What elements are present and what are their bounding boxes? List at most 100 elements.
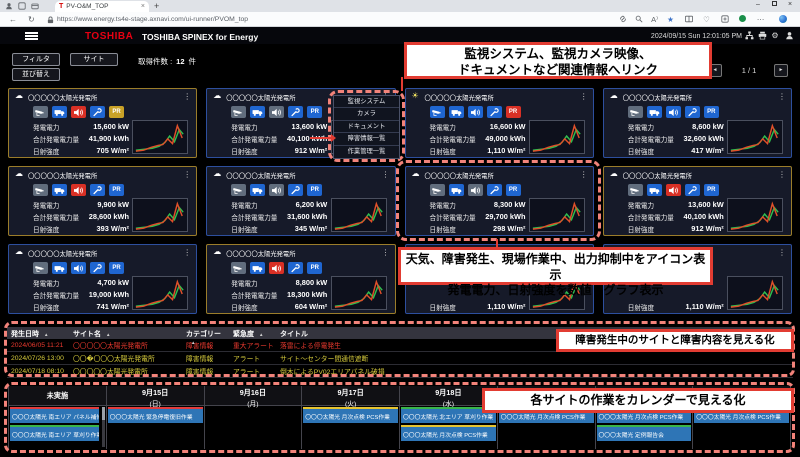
sparkline-chart [132, 120, 188, 154]
fault-alert-status-icon [71, 106, 86, 118]
site-name: 〇〇〇〇〇太陽光発電所 [425, 93, 494, 102]
metric-label: 日射強度 [231, 146, 257, 156]
split-screen-icon[interactable] [683, 15, 694, 25]
cloud-weather-icon: ☁ [213, 247, 221, 256]
workspace-icon[interactable] [17, 2, 26, 11]
back-icon[interactable]: ← [9, 15, 17, 24]
add-collections-icon[interactable] [719, 15, 730, 25]
tab-close-icon[interactable]: × [141, 3, 145, 10]
sort-button[interactable]: 並び替え [12, 68, 60, 81]
site-card[interactable]: ☁〇〇〇〇〇太陽光発電所⋮PR発電電力8,600 kW合計発電電力量32,600… [603, 88, 792, 158]
kebab-menu-icon[interactable]: ⋮ [382, 170, 390, 179]
browser-tab[interactable]: T PV-O&M_TOP × [55, 1, 149, 12]
calendar-scrollbar[interactable] [102, 407, 105, 447]
read-aloud-icon[interactable]: A⁾ [649, 15, 660, 25]
calendar-event[interactable]: 〇〇〇太陽光 月次点検 PCS作業 [303, 407, 398, 423]
context-menu-item[interactable]: 作業管理一覧 [334, 146, 399, 158]
fault-alert-status-icon [269, 184, 284, 196]
calendar-event[interactable]: 〇〇〇太陽光 月次点検 PCS作業 [401, 425, 496, 441]
sort-arrow-icon[interactable]: ▲ [106, 332, 110, 337]
calendar-event[interactable]: 〇〇〇太陽光 南エリア パネル補修調査 [10, 407, 99, 423]
status-icon-row: PR [33, 184, 124, 196]
sort-arrow-icon[interactable]: ▲ [259, 332, 263, 337]
page-next-button[interactable]: ► [774, 64, 788, 77]
calendar-event[interactable]: 〇〇〇太陽光 南エリア 草刈り作業 [10, 425, 99, 441]
filter-button[interactable]: フィルタ [12, 53, 60, 66]
fault-table-column-header[interactable]: カテゴリー▲ [182, 327, 229, 339]
maintenance-status-icon [487, 184, 502, 196]
site-name: 〇〇〇〇〇太陽光発電所 [28, 171, 97, 180]
maximize-button[interactable] [768, 1, 780, 8]
tab-actions-icon[interactable] [30, 2, 39, 11]
site-card[interactable]: ☁〇〇〇〇〇太陽光発電所⋮PR発電電力8,800 kW合計発電電力量18,300… [206, 244, 395, 314]
new-tab-button[interactable]: + [154, 1, 159, 11]
maintenance-status-icon [685, 106, 700, 118]
card-header: ☁〇〇〇〇〇太陽光発電所⋮ [604, 91, 791, 103]
search-in-page-icon[interactable] [633, 15, 644, 25]
site-card[interactable]: ☁〇〇〇〇〇太陽光発電所⋮PR発電電力13,600 kW合計発電電力量40,10… [603, 166, 792, 236]
site-info-lock-icon[interactable] [47, 16, 54, 26]
url-text[interactable]: https://www.energy.ts4e-stage.axnavi.com… [57, 16, 248, 23]
hamburger-menu-icon[interactable] [25, 32, 38, 40]
fault-table-row[interactable]: 2024/07/18 08:10〇〇〇〇〇太陽光発電所障害情報アラート倒木による… [7, 365, 793, 378]
maintenance-status-icon [487, 106, 502, 118]
fault-alert-status-icon [71, 184, 86, 196]
sort-arrow-icon[interactable]: ▲ [191, 340, 195, 345]
copilot-icon[interactable] [777, 15, 788, 25]
site-button[interactable]: サイト [70, 53, 118, 66]
fault-table-column-header[interactable]: 発生日時▲ [7, 327, 69, 339]
calendar-day-column: 9月15日(日)〇〇〇太陽光 緊急停電復旧作業 [107, 386, 205, 449]
calendar-event[interactable]: 〇〇〇太陽光 定例報告会 [597, 425, 692, 441]
kebab-menu-icon[interactable]: ⋮ [778, 170, 786, 179]
kebab-menu-icon[interactable]: ⋮ [183, 170, 191, 179]
kebab-menu-icon[interactable]: ⋮ [580, 170, 588, 179]
refresh-icon[interactable]: ↻ [28, 15, 35, 24]
kebab-menu-icon[interactable]: ⋮ [183, 92, 191, 101]
printer-icon[interactable] [757, 31, 767, 41]
sitemap-icon[interactable] [744, 31, 754, 41]
close-button[interactable]: × [784, 1, 796, 8]
kebab-menu-icon[interactable]: ⋮ [382, 248, 390, 257]
kebab-menu-icon[interactable]: ⋮ [778, 92, 786, 101]
fault-table-row[interactable]: 2024/07/26 13:00〇〇�〇〇〇太陽光発電所障害情報アラートサイト～… [7, 352, 793, 365]
fieldwork-status-icon [52, 106, 67, 118]
minimize-button[interactable]: – [752, 1, 764, 8]
metric-value: 40,100 kWh [683, 212, 723, 221]
site-card[interactable]: ☁〇〇〇〇〇太陽光発電所⋮PR発電電力4,700 kW合計発電電力量19,000… [8, 244, 197, 314]
context-menu-item[interactable]: カメラ [334, 108, 399, 120]
maintenance-status-icon [90, 262, 105, 274]
context-menu-item[interactable]: ドキュメント [334, 121, 399, 133]
kebab-menu-icon[interactable]: ⋮ [183, 248, 191, 257]
power-restriction-status-icon: PR [307, 262, 322, 274]
site-card[interactable]: ☁〇〇〇〇〇太陽光発電所⋮PR発電電力8,300 kW合計発電電力量29,700… [405, 166, 594, 236]
site-card[interactable]: ☁〇〇〇〇〇太陽光発電所⋮PR発電電力6,200 kW合計発電電力量31,600… [206, 166, 395, 236]
metric-value: 393 W/m² [97, 224, 129, 233]
context-menu-item[interactable]: 監視システム [334, 96, 399, 108]
fieldwork-status-icon [250, 262, 265, 274]
fault-table-column-header[interactable]: サイト名▲ [69, 327, 182, 339]
browser-essentials-icon[interactable] [737, 15, 748, 25]
kebab-menu-icon[interactable]: ⋮ [580, 92, 588, 101]
metric-value: 31,600 kWh [287, 212, 327, 221]
kebab-menu-icon[interactable]: ⋮ [778, 248, 786, 257]
site-card[interactable]: ☀〇〇〇〇〇太陽光発電所⋮PR発電電力16,600 kW合計発電電力量49,00… [405, 88, 594, 158]
cloud-weather-icon: ☁ [412, 169, 420, 178]
settings-gear-icon[interactable]: ⚙ [770, 31, 780, 41]
profile-icon[interactable] [4, 2, 13, 11]
link-icon[interactable] [617, 15, 628, 25]
site-card[interactable]: ☁〇〇〇〇〇太陽光発電所⋮PR発電電力15,600 kW合計発電電力量41,90… [8, 88, 197, 158]
sort-arrow-icon[interactable]: ▲ [44, 332, 48, 337]
more-options-icon[interactable]: ⋯ [755, 15, 766, 25]
calendar-day-column: 9月17日(火)〇〇〇太陽光 月次点検 PCS作業 [302, 386, 400, 449]
site-name: 〇〇〇〇〇太陽光発電所 [226, 171, 295, 180]
sun-weather-icon: ☀ [412, 91, 419, 100]
user-icon[interactable] [784, 31, 794, 41]
fault-table-column-header[interactable]: 緊急度▲ [229, 327, 276, 339]
site-card[interactable]: ☁〇〇〇〇〇太陽光発電所⋮PR発電電力9,900 kW合計発電電力量28,600… [8, 166, 197, 236]
metric-label: 発電電力 [430, 200, 456, 210]
favorites-star-icon[interactable]: ★ [665, 15, 676, 25]
context-menu-item[interactable]: 障害情報一覧 [334, 133, 399, 145]
calendar-event[interactable]: 〇〇〇太陽光 緊急停電復旧作業 [108, 407, 203, 423]
collections-heart-icon[interactable]: ♡ [701, 15, 712, 25]
fault-datetime: 2024/07/26 13:00 [7, 355, 69, 362]
